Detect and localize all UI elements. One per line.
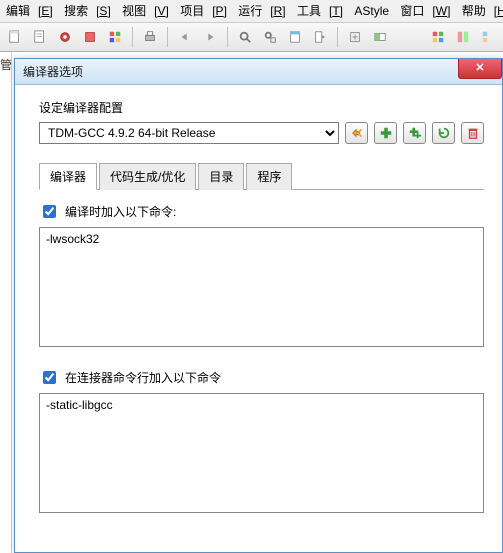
dialog-titlebar[interactable]: 编译器选项 ✕ (15, 59, 502, 85)
config-label: 设定编译器配置 (39, 99, 484, 116)
menu-edit[interactable]: 编辑[E] (6, 4, 53, 18)
toolbar-separator (132, 27, 133, 47)
compile-commands-textarea[interactable] (39, 227, 484, 347)
tool-bookmark-icon[interactable] (284, 26, 306, 48)
menu-help[interactable]: 帮助[H] (462, 4, 503, 18)
close-button[interactable]: ✕ (458, 59, 502, 79)
tool-grid3-icon[interactable] (477, 26, 499, 48)
menu-tools[interactable]: 工具[T] (297, 4, 343, 18)
menu-project[interactable]: 项目[P] (180, 4, 227, 18)
reset-config-button[interactable] (432, 122, 455, 144)
menu-window[interactable]: 窗口[W] (400, 4, 450, 18)
delete-config-button[interactable] (461, 122, 484, 144)
menu-search[interactable]: 搜索[S] (64, 4, 111, 18)
compile-commands-label: 编译时加入以下命令: (65, 203, 176, 220)
tool-goto-icon[interactable] (309, 26, 331, 48)
linker-commands-checkbox[interactable] (43, 371, 56, 384)
tab-programs[interactable]: 程序 (246, 163, 292, 190)
linker-commands-textarea[interactable] (39, 393, 484, 513)
menu-bar: 编辑[E] 搜索[S] 视图[V] 项目[P] 运行[R] 工具[T] ASty… (0, 0, 503, 22)
tool-gear-red2-icon[interactable] (79, 26, 101, 48)
tool-undo-icon[interactable] (174, 26, 196, 48)
tool-palette-icon[interactable] (104, 26, 126, 48)
tool-find-icon[interactable] (234, 26, 256, 48)
tool-insert-icon[interactable] (344, 26, 366, 48)
menu-astyle[interactable]: AStyle (354, 4, 389, 18)
tool-doc2-icon[interactable] (29, 26, 51, 48)
tab-dirs[interactable]: 目录 (198, 163, 244, 190)
tool-replace-icon[interactable] (259, 26, 281, 48)
dialog-title: 编译器选项 (23, 63, 83, 80)
left-panel-fragment: 管 (0, 52, 12, 553)
tool-gear-red-icon[interactable] (54, 26, 76, 48)
menu-run[interactable]: 运行[R] (238, 4, 285, 18)
copy-config-button[interactable] (403, 122, 426, 144)
linker-commands-label: 在连接器命令行加入以下命令 (65, 369, 221, 386)
tool-toggle-icon[interactable] (369, 26, 391, 48)
tool-doc1-icon[interactable] (4, 26, 26, 48)
toolbar-separator (337, 27, 338, 47)
toolbar-separator (167, 27, 168, 47)
main-toolbar (0, 22, 503, 52)
compiler-options-dialog: 编译器选项 ✕ 设定编译器配置 TDM-GCC 4.9.2 64-bit Rel… (14, 58, 503, 553)
compiler-config-select[interactable]: TDM-GCC 4.9.2 64-bit Release (39, 122, 339, 144)
compile-commands-checkbox[interactable] (43, 205, 56, 218)
tab-compiler[interactable]: 编译器 (39, 163, 97, 190)
tool-print-icon[interactable] (139, 26, 161, 48)
tab-codegen[interactable]: 代码生成/优化 (99, 163, 196, 190)
toolbar-separator (227, 27, 228, 47)
tool-grid-icon[interactable] (427, 26, 449, 48)
tool-redo-icon[interactable] (199, 26, 221, 48)
menu-view[interactable]: 视图[V] (122, 4, 169, 18)
dialog-tabs: 编译器 代码生成/优化 目录 程序 (39, 162, 484, 190)
rename-config-button[interactable] (345, 122, 368, 144)
tool-grid2-icon[interactable] (452, 26, 474, 48)
add-config-button[interactable] (374, 122, 397, 144)
